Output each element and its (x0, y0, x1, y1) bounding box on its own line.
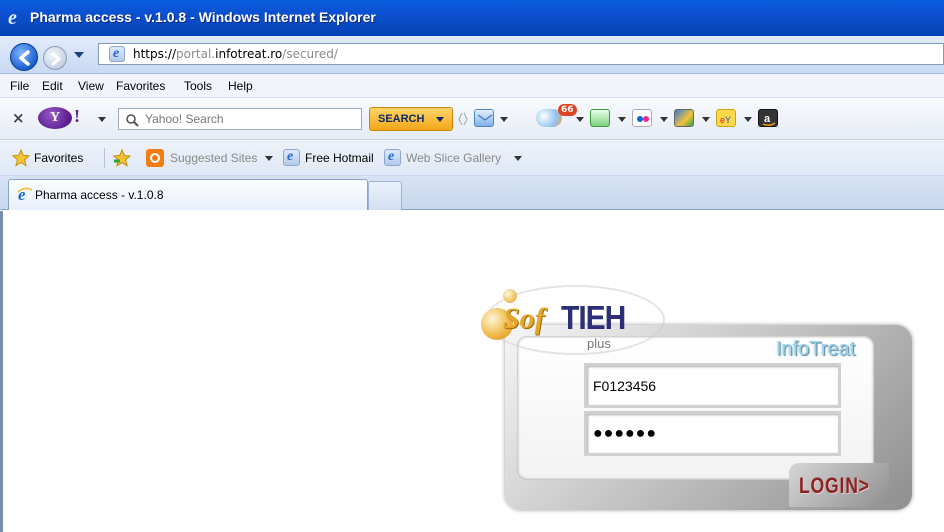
chevron-down-icon[interactable] (576, 117, 584, 122)
free-hotmail-link[interactable]: Free Hotmail (305, 151, 374, 165)
username-input[interactable] (593, 376, 833, 396)
favorites-label[interactable]: Favorites (34, 151, 83, 165)
ie-page-icon: e (283, 149, 300, 166)
favorites-star-icon[interactable] (12, 149, 30, 167)
radio-icon[interactable] (590, 109, 610, 127)
password-input[interactable] (593, 424, 833, 444)
username-field[interactable] (584, 363, 841, 408)
tab-bar: e Pharma access - v.1.0.8 (0, 176, 944, 210)
brand-plus: plus (587, 336, 611, 351)
finance-icon[interactable] (674, 109, 694, 127)
internet-explorer-icon: e (17, 186, 33, 202)
brand-sof: Sof (503, 302, 545, 335)
menu-bar: File Edit View Favorites Tools Help (0, 74, 944, 98)
tab-pharma-access[interactable]: e Pharma access - v.1.0.8 (8, 179, 368, 210)
back-button[interactable] (10, 43, 38, 71)
ebay-icon[interactable]: eY (716, 109, 736, 127)
menu-edit[interactable]: Edit (42, 79, 63, 93)
logo-orb-small (503, 289, 517, 303)
chevron-down-icon[interactable] (660, 117, 668, 122)
window-titlebar: e Pharma access - v.1.0.8 - Windows Inte… (0, 0, 944, 36)
chevron-down-icon[interactable] (500, 117, 508, 122)
search-icon (126, 114, 139, 127)
address-row: e https://portal.infotreat.ro/secured/ (0, 36, 944, 74)
menu-view[interactable]: View (78, 79, 104, 93)
amazon-icon[interactable]: a (758, 109, 778, 127)
address-bar[interactable]: e https://portal.infotreat.ro/secured/ (98, 43, 944, 65)
web-slice-gallery-link[interactable]: Web Slice Gallery (406, 151, 501, 165)
yahoo-search-box[interactable] (118, 108, 362, 130)
arrow-left-icon (19, 50, 30, 66)
forward-button[interactable] (43, 46, 67, 70)
chevron-down-icon[interactable] (98, 117, 106, 122)
menu-help[interactable]: Help (228, 79, 253, 93)
brand-tieh: TIEH (561, 300, 626, 337)
chevron-down-icon[interactable] (514, 156, 522, 161)
chevron-down-icon (436, 117, 444, 122)
new-tab-button[interactable] (368, 181, 402, 210)
close-toolbar-icon[interactable]: × (12, 109, 25, 127)
product-name: InfoTreat (776, 338, 856, 360)
page-icon: e (109, 46, 125, 62)
svg-text:a: a (764, 113, 771, 125)
yahoo-search-input[interactable] (145, 111, 355, 127)
favorites-bar: Favorites Suggested Sites e Free Hotmail… (0, 140, 944, 176)
search-button-label: SEARCH (378, 113, 425, 125)
window-title: Pharma access - v.1.0.8 - Windows Intern… (30, 9, 376, 25)
menu-tools[interactable]: Tools (184, 79, 212, 93)
address-url[interactable]: https://portal.infotreat.ro/secured/ (133, 47, 338, 61)
yahoo-bang-icon: ! (74, 106, 80, 126)
notification-badge: 66 (558, 104, 577, 116)
yahoo-search-button[interactable]: SEARCH (369, 107, 453, 131)
ie-page-icon: e (384, 149, 401, 166)
chevron-down-icon[interactable] (744, 117, 752, 122)
add-to-favorites-icon[interactable] (112, 149, 132, 167)
history-dropdown-icon[interactable] (74, 52, 84, 58)
internet-explorer-icon: e (8, 7, 17, 27)
chevron-down-icon[interactable] (618, 117, 626, 122)
menu-favorites[interactable]: Favorites (116, 79, 165, 93)
flickr-icon[interactable] (632, 109, 652, 127)
login-button[interactable]: LOGIN> (789, 463, 889, 507)
login-widget: Sof TIEH plus InfoTreat LOGIN> (473, 283, 913, 532)
grip-icon[interactable] (458, 110, 468, 128)
mail-icon[interactable] (474, 109, 494, 127)
yahoo-logo-icon[interactable]: Y (38, 107, 72, 129)
login-button-label: LOGIN> (799, 473, 870, 498)
tab-label: Pharma access - v.1.0.8 (35, 188, 164, 202)
divider (104, 148, 105, 168)
password-field[interactable] (584, 411, 841, 456)
chevron-down-icon[interactable] (702, 117, 710, 122)
yahoo-toolbar: × Y ! SEARCH 66 eY a (0, 98, 944, 140)
menu-file[interactable]: File (10, 79, 29, 93)
suggested-sites-link[interactable]: Suggested Sites (170, 151, 257, 165)
chevron-down-icon[interactable] (265, 156, 273, 161)
arrow-right-icon (51, 52, 61, 66)
svg-text:e: e (8, 7, 17, 27)
svg-text:Y: Y (725, 115, 731, 125)
suggested-sites-icon (146, 149, 164, 167)
